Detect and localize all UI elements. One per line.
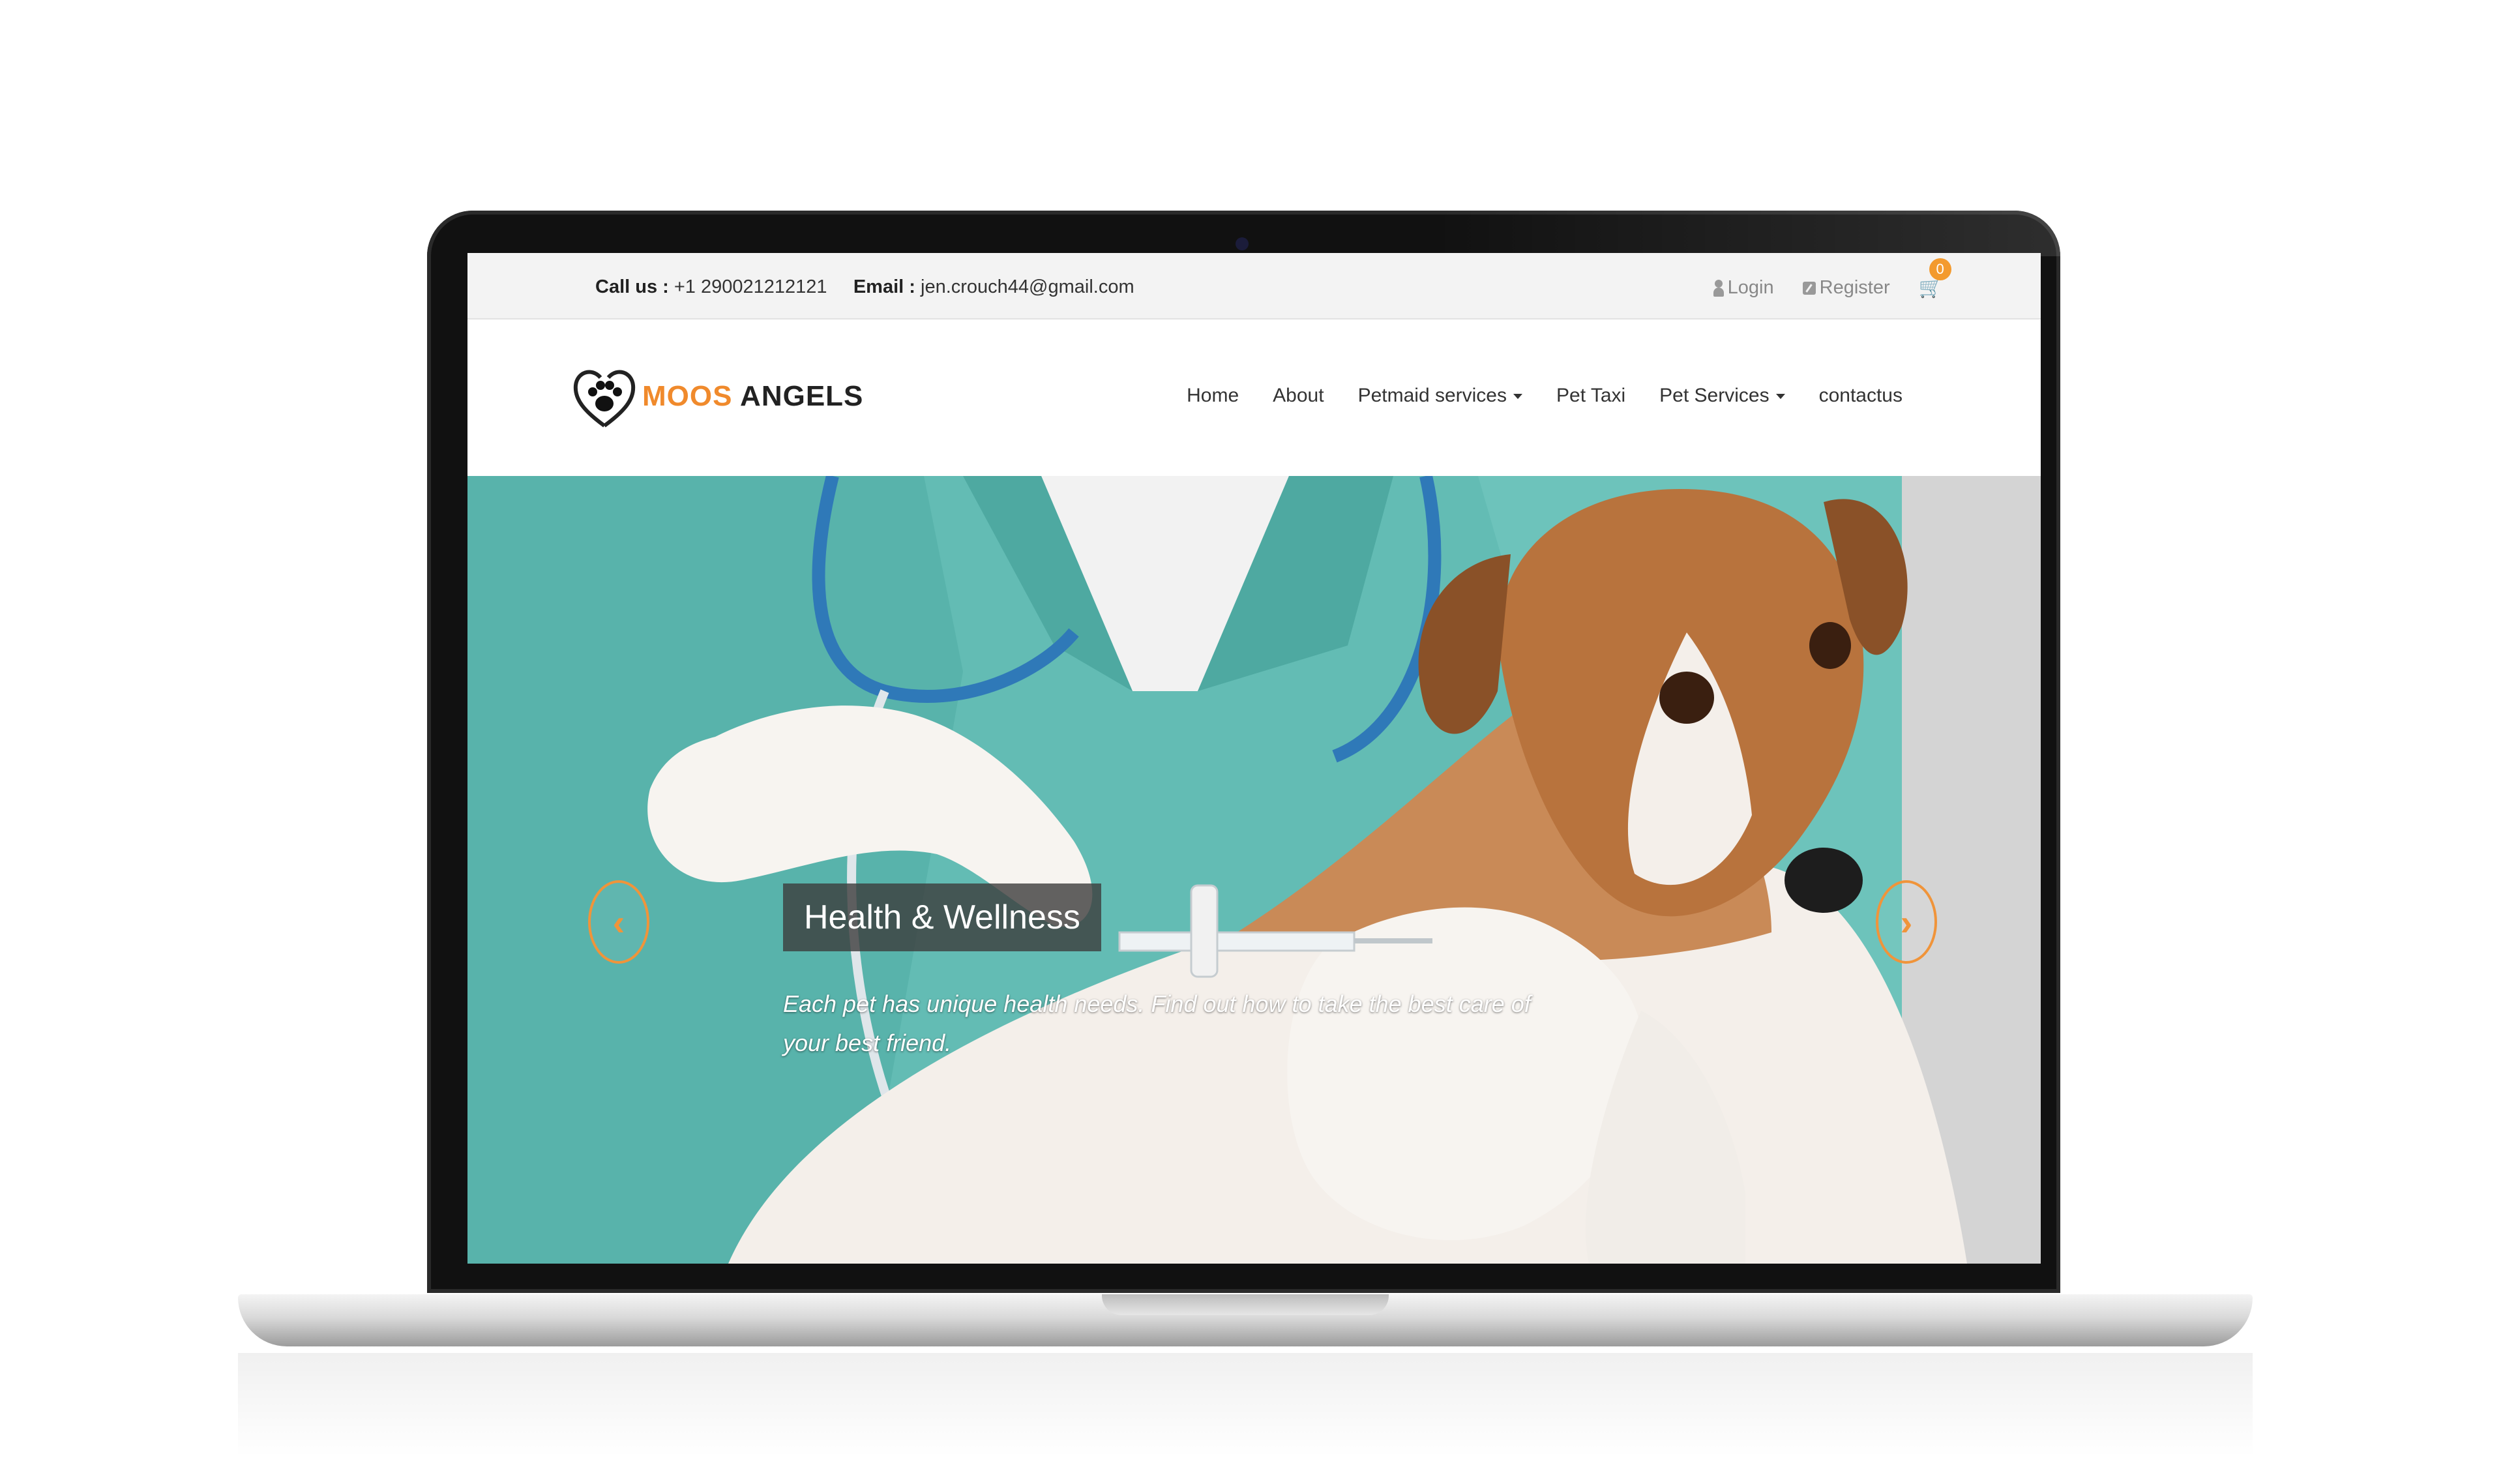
nav-home[interactable]: Home — [1187, 385, 1239, 407]
email-label: Email : — [853, 276, 915, 297]
hero-image — [467, 476, 2041, 1264]
logo-text: MOOS ANGELS — [642, 380, 863, 413]
cart-count-badge: 0 — [1929, 258, 1951, 280]
login-label: Login — [1727, 277, 1774, 298]
nav-contactus[interactable]: contactus — [1819, 385, 1903, 407]
edit-icon — [1802, 281, 1816, 295]
hero-carousel: ‹ › Health & Wellness Each pet has uniqu… — [467, 476, 2041, 1264]
main-navbar: MOOS ANGELS Home About Petmaid services … — [467, 319, 2041, 476]
website-screen: Call us : +1 290021212121 Email : jen.cr… — [467, 253, 2041, 1264]
paw-heart-icon — [573, 370, 636, 428]
email-address[interactable]: jen.crouch44@gmail.com — [921, 276, 1134, 297]
register-label: Register — [1819, 277, 1890, 298]
site-logo[interactable]: MOOS ANGELS — [572, 357, 863, 436]
carousel-next-button[interactable]: › — [1876, 880, 1937, 964]
webcam — [1236, 237, 1249, 250]
phone-number[interactable]: +1 290021212121 — [674, 276, 827, 297]
caret-down-icon — [1775, 394, 1785, 400]
cart-button[interactable]: 🛒 0 — [1919, 258, 1951, 299]
contact-info: Call us : +1 290021212121 Email : jen.cr… — [595, 276, 1134, 298]
nav-petmaid-services[interactable]: Petmaid services — [1358, 385, 1522, 407]
login-link[interactable]: Login — [1713, 277, 1774, 299]
register-link[interactable]: Register — [1802, 277, 1890, 299]
laptop-reflection — [238, 1353, 2253, 1484]
laptop-notch — [1102, 1294, 1389, 1315]
nav-petmaid-label: Petmaid services — [1357, 385, 1507, 406]
carousel-prev-button[interactable]: ‹ — [588, 880, 649, 964]
nav-pet-services-label: Pet Services — [1659, 385, 1770, 406]
chevron-left-icon: ‹ — [612, 901, 625, 943]
call-label: Call us : — [595, 276, 669, 297]
caret-down-icon — [1513, 394, 1522, 400]
lid-shine — [1434, 211, 2060, 256]
account-links: Login Register 🛒 0 — [1713, 258, 1951, 299]
nav-menu: Home About Petmaid services Pet Taxi Pet… — [1187, 385, 1903, 407]
nav-pet-taxi[interactable]: Pet Taxi — [1556, 385, 1625, 407]
slide-description: Each pet has unique health needs. Find o… — [783, 990, 1531, 1056]
top-bar: Call us : +1 290021212121 Email : jen.cr… — [467, 253, 2041, 319]
user-icon — [1713, 279, 1724, 297]
nav-pet-services[interactable]: Pet Services — [1659, 385, 1785, 407]
logo-word-angels: ANGELS — [740, 380, 864, 412]
nav-about[interactable]: About — [1273, 385, 1324, 407]
slide-title: Health & Wellness — [783, 883, 1101, 951]
logo-word-moos: MOOS — [642, 380, 733, 412]
chevron-right-icon: › — [1900, 901, 1913, 943]
